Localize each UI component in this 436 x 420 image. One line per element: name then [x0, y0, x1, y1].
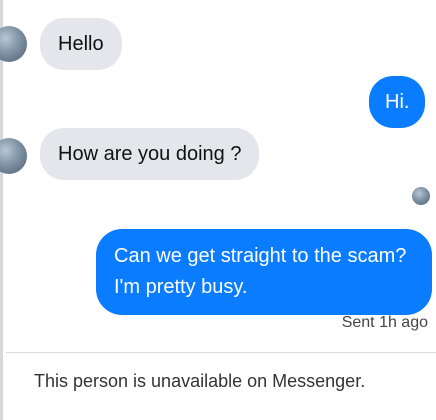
chat-window: Hello Hi. How are you doing ? Can we get… [0, 0, 436, 420]
contact-avatar[interactable] [0, 138, 27, 174]
outgoing-message-bubble[interactable]: Can we get straight to the scam? I'm pre… [96, 229, 432, 315]
message-status: Sent 1h ago [341, 314, 428, 331]
divider [6, 352, 436, 353]
unavailable-notice: This person is unavailable on Messenger. [34, 371, 366, 391]
read-receipt-avatar [412, 187, 430, 205]
outgoing-message-bubble[interactable]: Hi. [369, 76, 426, 128]
incoming-message-bubble[interactable]: Hello [40, 18, 122, 70]
incoming-message-bubble[interactable]: How are you doing ? [40, 128, 260, 180]
contact-avatar[interactable] [0, 26, 27, 62]
